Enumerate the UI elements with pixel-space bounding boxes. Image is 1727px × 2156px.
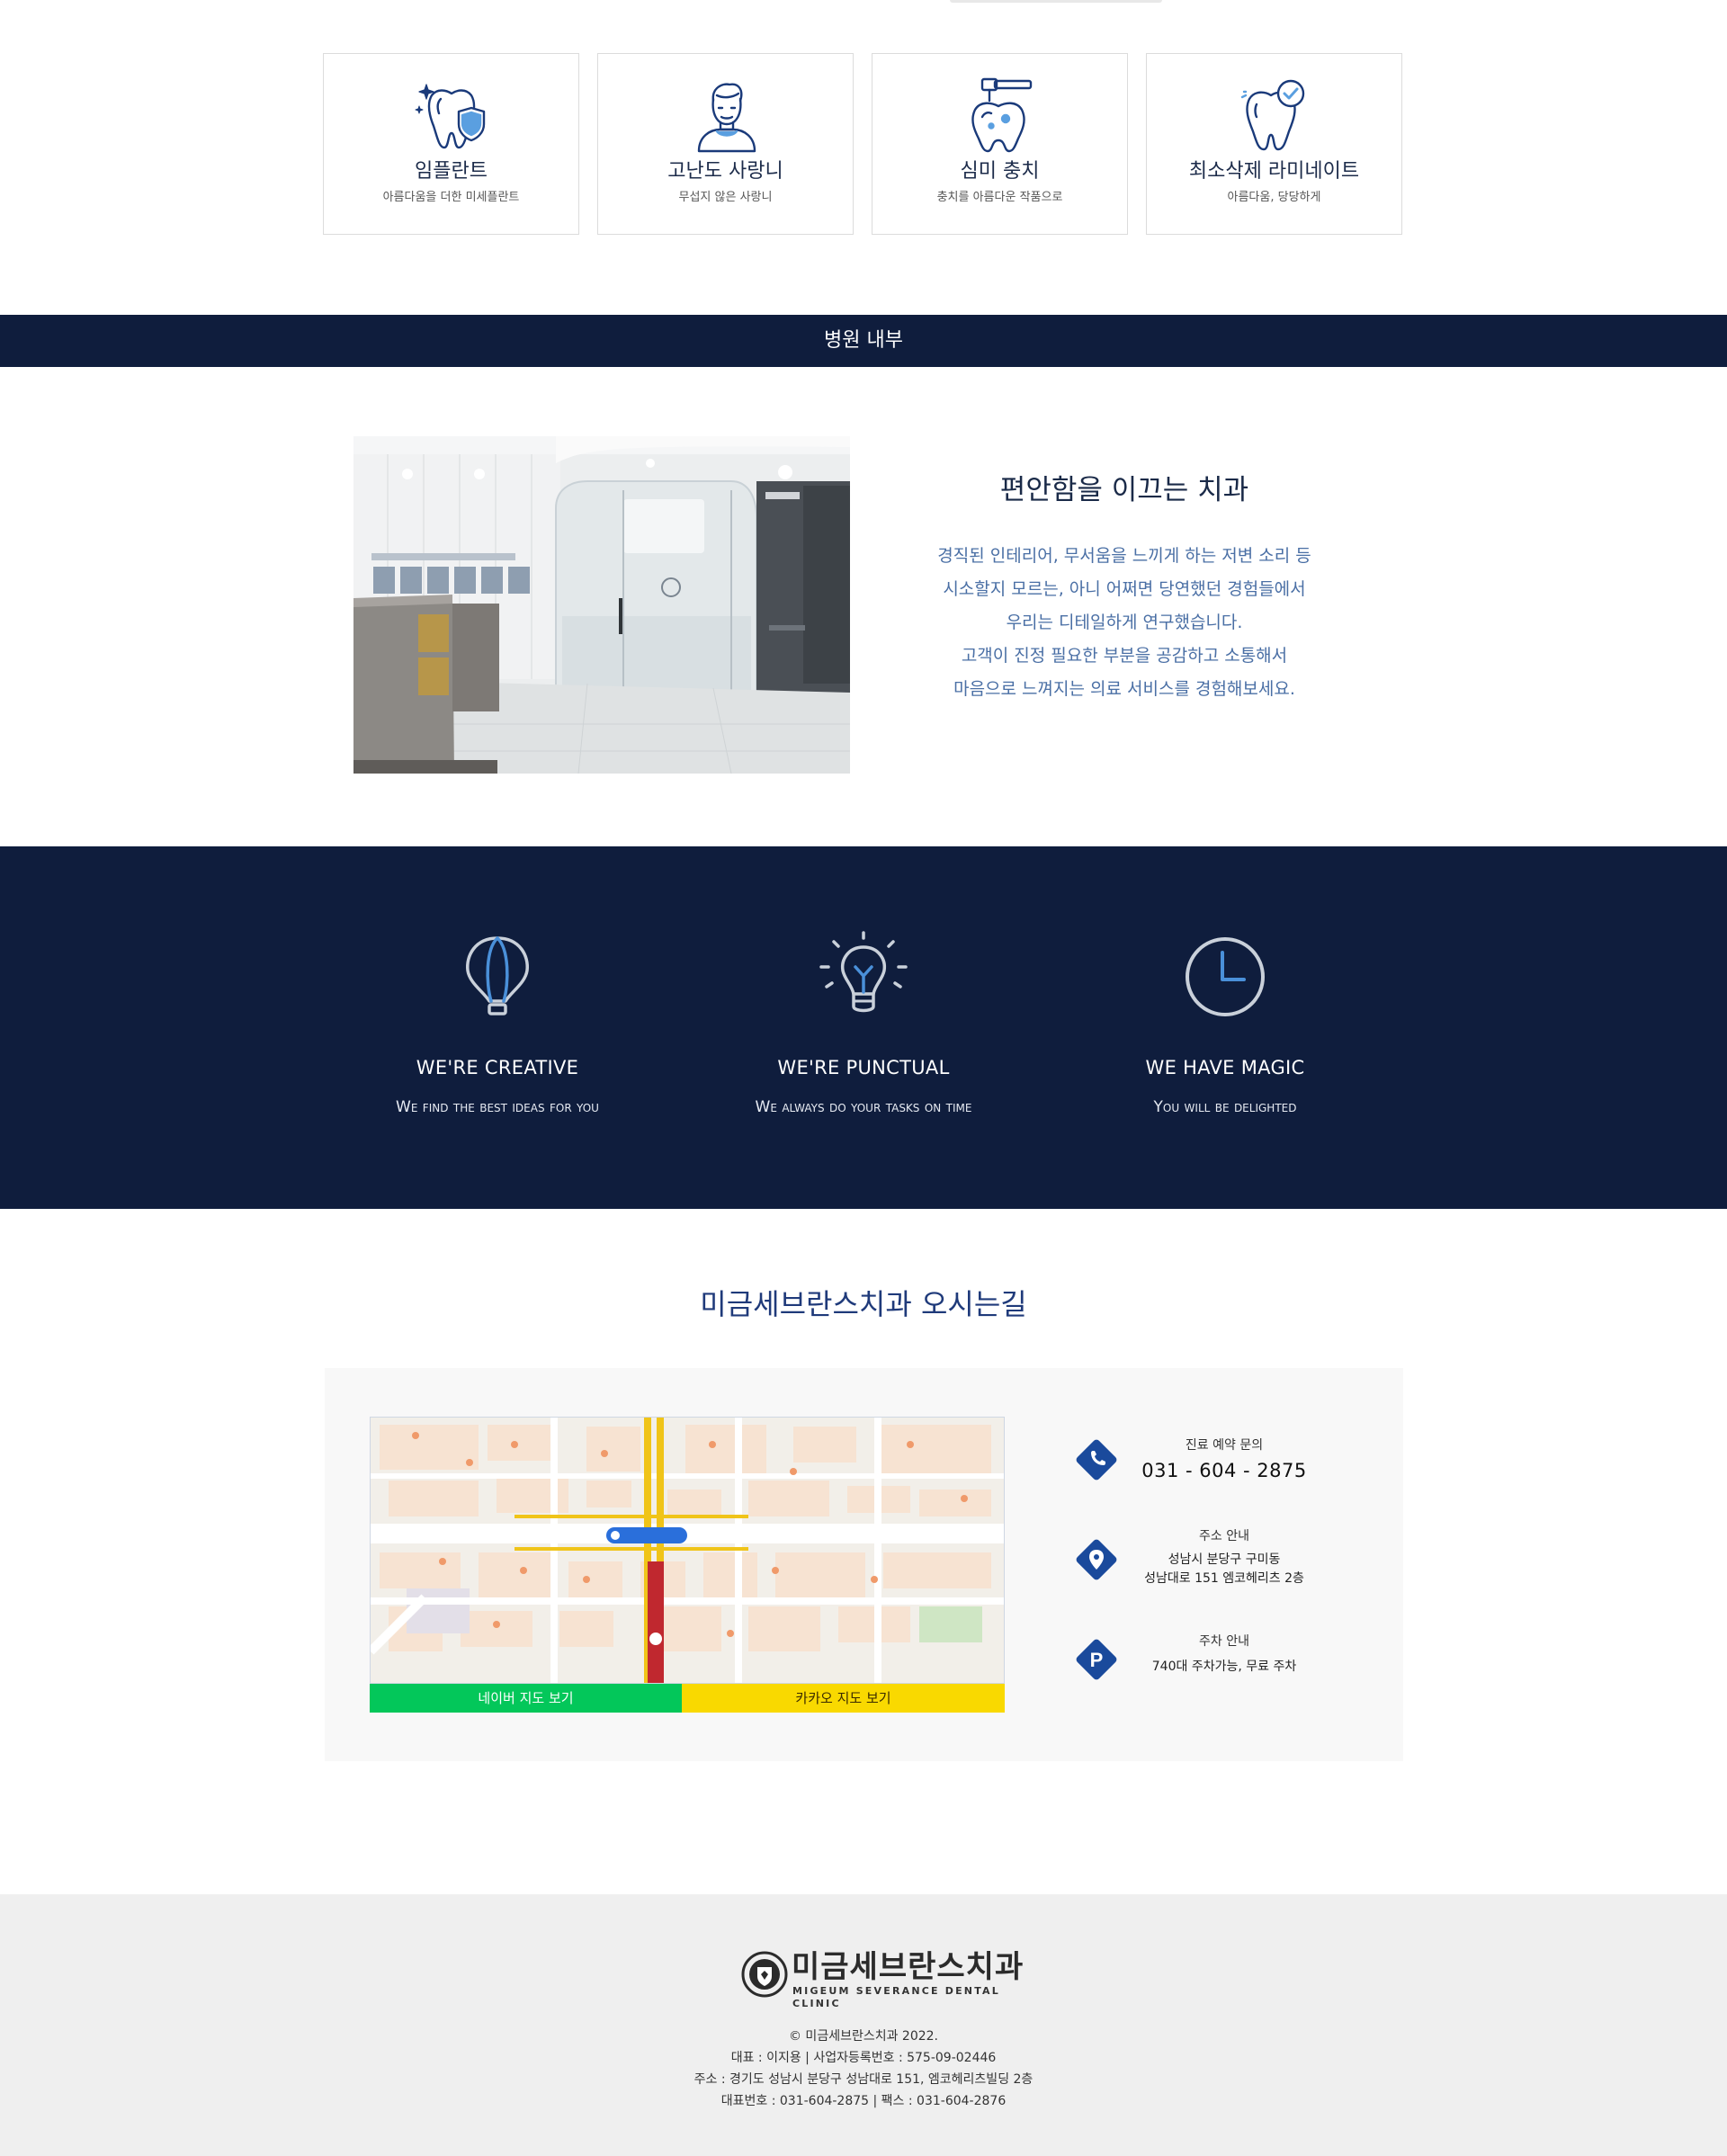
service-title: 임플란트 [415,160,488,183]
service-card-cavity[interactable]: 심미 충치 충치를 아름다운 작품으로 [872,53,1128,235]
interior-heading: 편안함을 이끄는 치과 [999,474,1249,506]
directions-box: 네이버 지도 보기 카카오 지도 보기 진료 예약 문의 031 - 604 -… [325,1368,1403,1761]
interior-description: 경직된 인테리어, 무서움을 느끼게 하는 저변 소리 등 시소할지 모르는, … [899,540,1349,706]
logo-korean: 미금세브란스치과 [792,1949,1025,1985]
feature-title: WE HAVE MAGIC [1145,1057,1305,1078]
naver-map-button[interactable]: 네이버 지도 보기 [370,1684,682,1713]
lightbulb-icon [819,931,908,1013]
address-line2: 성남대로 151 엠코헤리츠 2층 [1144,1571,1304,1586]
interior-intro: 편안함을 이끄는 치과 경직된 인테리어, 무서움을 느끼게 하는 저변 소리 … [899,468,1349,706]
location-pin-icon [1076,1539,1117,1580]
kakao-map-button[interactable]: 카카오 지도 보기 [682,1684,1005,1713]
interior-banner: 병원 내부 [0,315,1727,367]
footer-line: 대표 : 이지용 | 사업자등록번호 : 575-09-02446 [730,2051,997,2065]
clinic-interior-photo [353,436,850,774]
clinic-emblem-icon [741,1951,788,1998]
hot-air-balloon-icon [466,936,529,1015]
cavity-drill-tooth-icon [971,77,1032,153]
address-label: 주소 안내 [1199,1529,1249,1543]
phone-label: 진료 예약 문의 [1185,1438,1264,1453]
feature-description: You will be delighted [1153,1098,1297,1116]
directions-title: 미금세브란스치과 오시는길 [700,1287,1027,1321]
footer-line: © 미금세브란스치과 2022. [788,2029,939,2044]
footer: 미금세브란스치과 MIGEUM SEVERANCE DENTAL CLINIC … [0,1894,1727,2156]
feature-magic: WE HAVE MAGIC You will be delighted [1077,927,1374,1118]
feature-description: We find the best ideas for you [396,1098,599,1116]
top-tab-indicator [950,0,1162,3]
parking-text: 주차 안내 740대 주차가능, 무료 주차 [1125,1633,1323,1677]
service-subtitle: 아름다움, 당당하게 [1227,191,1321,204]
footer-line: 주소 : 경기도 성남시 분당구 성남대로 151, 엠코헤리츠빌딩 2층 [693,2072,1034,2087]
feature-title: WE'RE PUNCTUAL [777,1057,950,1078]
service-subtitle: 무섭지 않은 사랑니 [678,191,773,204]
phone-icon [1076,1439,1117,1481]
service-card-wisdom-tooth[interactable]: 고난도 사랑니 무섭지 않은 사랑니 [597,53,854,235]
feature-creative: WE'RE CREATIVE We find the best ideas fo… [349,927,646,1118]
phone-text: 진료 예약 문의 031 - 604 - 2875 [1125,1436,1323,1483]
feature-description: We always do your tasks on time [755,1098,972,1116]
features-section: WE'RE CREATIVE We find the best ideas fo… [0,846,1727,1209]
description-line: 마음으로 느껴지는 의료 서비스를 경험해보세요. [953,679,1295,699]
svg-text:P: P [1090,1649,1104,1671]
service-title: 심미 충치 [960,160,1040,183]
clinic-logo[interactable]: 미금세브란스치과 MIGEUM SEVERANCE DENTAL CLINIC [741,1949,1029,2009]
footer-info: © 미금세브란스치과 2022. 대표 : 이지용 | 사업자등록번호 : 57… [0,2026,1727,2112]
parking-value: 740대 주차가능, 무료 주차 [1151,1659,1297,1674]
phone-number[interactable]: 031 - 604 - 2875 [1125,1458,1323,1483]
description-line: 시소할지 모르는, 아니 어쩌면 당연했던 경험들에서 [943,579,1306,599]
logo-english: MIGEUM SEVERANCE DENTAL CLINIC [792,1985,1000,2009]
footer-line: 대표번호 : 031-604-2875 | 팩스 : 031-604-2876 [720,2094,1007,2108]
parking-label: 주차 안내 [1199,1634,1249,1649]
feature-title: WE'RE CREATIVE [416,1057,579,1078]
service-subtitle: 충치를 아름다운 작품으로 [936,191,1063,204]
service-title: 고난도 사랑니 [667,160,783,183]
description-line: 고객이 진정 필요한 부분을 공감하고 소통해서 [961,646,1288,666]
service-card-implant[interactable]: 임플란트 아름다움을 더한 미세플란트 [323,53,579,235]
feature-punctual: WE'RE PUNCTUAL We always do your tasks o… [715,927,1012,1118]
address-line1: 성남시 분당구 구미동 [1168,1552,1281,1567]
description-line: 우리는 디테일하게 연구했습니다. [1006,613,1243,632]
tooth-check-icon [1240,79,1304,151]
implant-tooth-shield-icon [415,84,485,149]
service-title: 최소삭제 라미네이트 [1188,160,1360,183]
map-buttons: 네이버 지도 보기 카카오 지도 보기 [370,1684,1005,1713]
address-text: 주소 안내 성남시 분당구 구미동 성남대로 151 엠코헤리츠 2층 [1125,1527,1323,1588]
patient-person-icon [697,83,756,153]
service-card-laminate[interactable]: 최소삭제 라미네이트 아름다움, 당당하게 [1146,53,1402,235]
clock-icon [1186,937,1265,1016]
description-line: 경직된 인테리어, 무서움을 느끼게 하는 저변 소리 등 [937,546,1311,566]
service-cards: 임플란트 아름다움을 더한 미세플란트 고난도 사랑니 무섭지 않은 사랑니 심… [323,53,1404,235]
location-map[interactable] [370,1417,1005,1684]
parking-icon: P [1076,1639,1117,1680]
service-subtitle: 아름다움을 더한 미세플란트 [382,191,520,204]
